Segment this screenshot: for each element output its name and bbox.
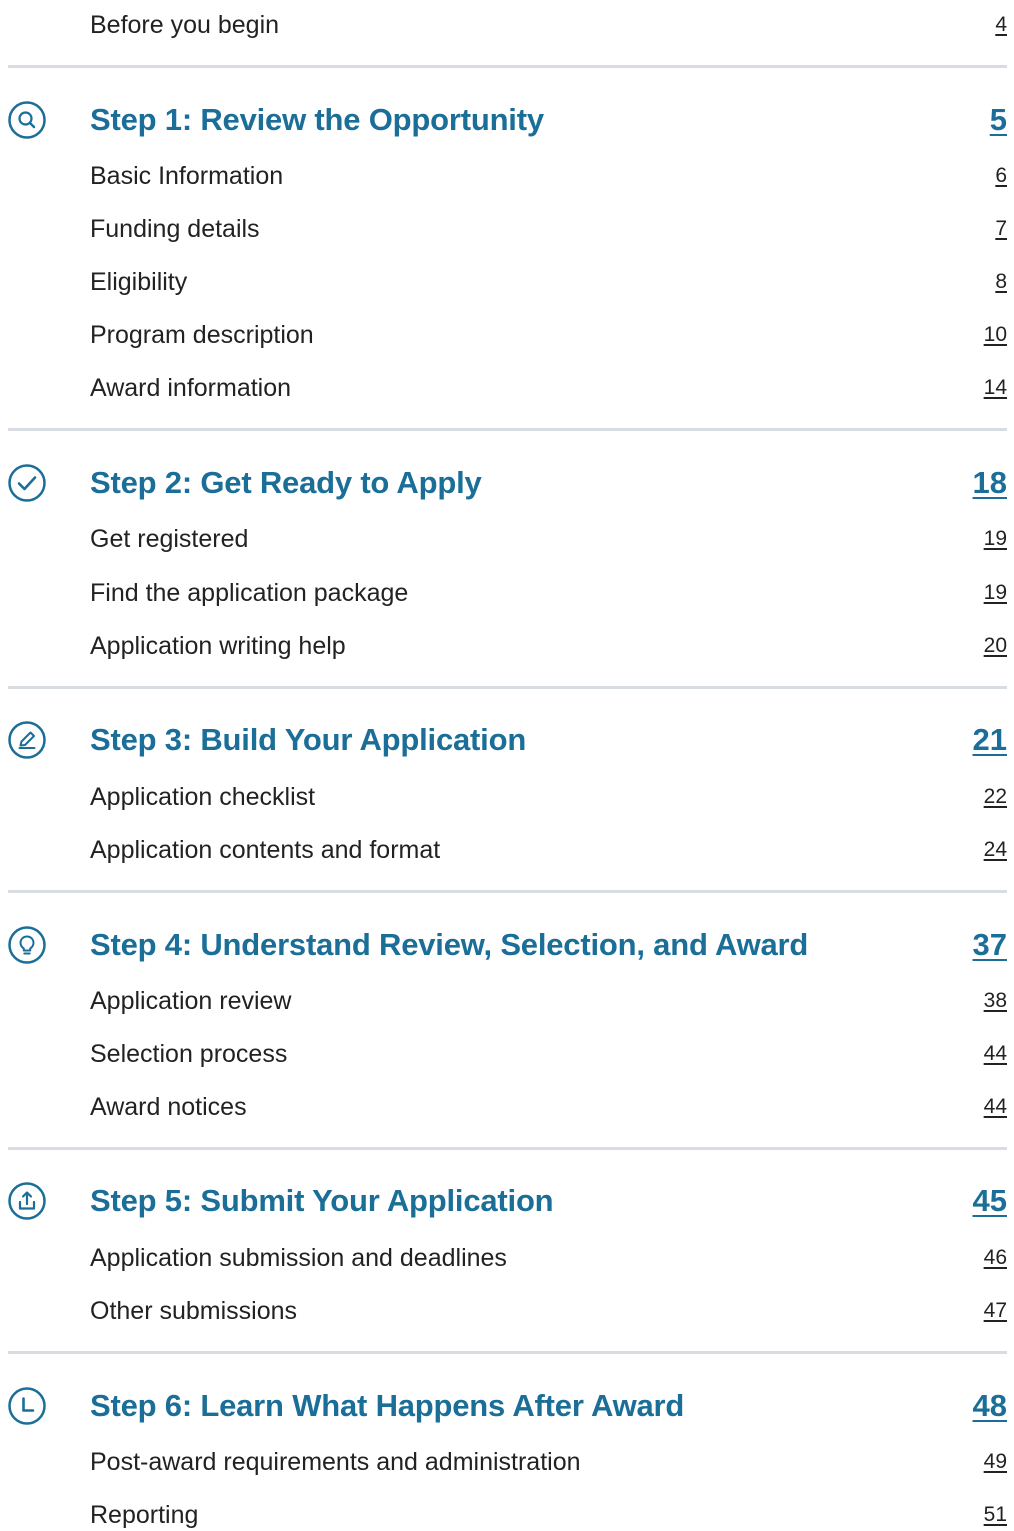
toc-entry-label: Application submission and deadlines	[90, 1244, 507, 1272]
table-of-contents: Before you begin 4 Step 1: Review the Op…	[0, 0, 1014, 1530]
toc-step-5-heading[interactable]: Step 5: Submit Your Application 45	[0, 1181, 1014, 1221]
toc-entry-before-you-begin[interactable]: Before you begin 4	[0, 9, 1014, 41]
toc-entry-application-submission[interactable]: Application submission and deadlines 46	[0, 1242, 1014, 1274]
step-page-link[interactable]: 18	[973, 463, 1007, 503]
search-icon	[8, 101, 46, 139]
step-page-link[interactable]: 48	[973, 1386, 1007, 1426]
step-title: Step 2: Get Ready to Apply	[90, 465, 482, 500]
toc-entry-selection-process[interactable]: Selection process 44	[0, 1038, 1014, 1070]
toc-entry-label: Funding details	[90, 215, 260, 243]
toc-page-link[interactable]: 38	[984, 985, 1007, 1017]
toc-entry-label: Other submissions	[90, 1297, 298, 1325]
toc-page-link[interactable]: 7	[995, 213, 1007, 245]
section-divider	[8, 686, 1007, 689]
toc-entry-label: Program description	[90, 321, 314, 349]
toc-entry-other-submissions[interactable]: Other submissions 47	[0, 1295, 1014, 1327]
toc-entry-find-application-package[interactable]: Find the application package 19	[0, 577, 1014, 609]
toc-entry-label: Get registered	[90, 525, 249, 553]
toc-step-3-heading[interactable]: Step 3: Build Your Application 21	[0, 720, 1014, 760]
toc-entry-label: Before you begin	[90, 11, 280, 39]
section-divider	[8, 890, 1007, 893]
toc-page-link[interactable]: 19	[984, 577, 1007, 609]
toc-entry-label: Application writing help	[90, 632, 346, 660]
toc-entry-application-writing-help[interactable]: Application writing help 20	[0, 630, 1014, 662]
toc-entry-basic-information[interactable]: Basic Information 6	[0, 160, 1014, 192]
toc-entry-program-description[interactable]: Program description 10	[0, 319, 1014, 351]
toc-page-link[interactable]: 44	[984, 1038, 1007, 1070]
toc-entry-label: Award notices	[90, 1093, 247, 1121]
step-page-link[interactable]: 45	[973, 1181, 1007, 1221]
toc-page-link[interactable]: 8	[995, 266, 1007, 298]
toc-page-link[interactable]: 49	[984, 1446, 1007, 1478]
checkmark-icon	[8, 464, 46, 502]
toc-entry-post-award-requirements[interactable]: Post-award requirements and administrati…	[0, 1446, 1014, 1478]
toc-page-link[interactable]: 19	[984, 523, 1007, 555]
toc-entry-label: Award information	[90, 374, 292, 402]
step-page-link[interactable]: 21	[973, 720, 1007, 760]
toc-page-link[interactable]: 44	[984, 1091, 1007, 1123]
toc-page-link[interactable]: 24	[984, 834, 1007, 866]
toc-entry-label: Application review	[90, 987, 292, 1015]
pencil-icon	[8, 721, 46, 759]
upload-icon	[8, 1182, 46, 1220]
toc-page-link[interactable]: 47	[984, 1295, 1007, 1327]
section-divider	[8, 1351, 1007, 1354]
section-divider	[8, 1147, 1007, 1150]
toc-entry-label: Reporting	[90, 1501, 199, 1529]
toc-step-4-heading[interactable]: Step 4: Understand Review, Selection, an…	[0, 925, 1014, 965]
toc-entry-application-review[interactable]: Application review 38	[0, 985, 1014, 1017]
step-title: Step 1: Review the Opportunity	[90, 102, 544, 137]
toc-entry-label: Basic Information	[90, 162, 284, 190]
toc-entry-label: Application contents and format	[90, 836, 441, 864]
toc-page-link[interactable]: 46	[984, 1242, 1007, 1274]
step-title: Step 4: Understand Review, Selection, an…	[90, 927, 809, 962]
toc-page-link[interactable]: 22	[984, 781, 1007, 813]
step-page-link[interactable]: 37	[973, 925, 1007, 965]
toc-page-link[interactable]: 10	[984, 319, 1007, 351]
toc-entry-label: Eligibility	[90, 268, 188, 296]
toc-entry-funding-details[interactable]: Funding details 7	[0, 213, 1014, 245]
toc-entry-eligibility[interactable]: Eligibility 8	[0, 266, 1014, 298]
section-divider	[8, 428, 1007, 431]
step-title: Step 5: Submit Your Application	[90, 1183, 554, 1218]
toc-entry-reporting[interactable]: Reporting 51	[0, 1499, 1014, 1531]
step-title: Step 6: Learn What Happens After Award	[90, 1388, 685, 1423]
clock-icon	[8, 1387, 46, 1425]
toc-entry-get-registered[interactable]: Get registered 19	[0, 523, 1014, 555]
toc-entry-label: Find the application package	[90, 579, 409, 607]
toc-entry-application-checklist[interactable]: Application checklist 22	[0, 781, 1014, 813]
toc-page-link[interactable]: 6	[995, 160, 1007, 192]
toc-step-2-heading[interactable]: Step 2: Get Ready to Apply 18	[0, 463, 1014, 503]
section-divider	[8, 65, 1007, 68]
toc-step-1-heading[interactable]: Step 1: Review the Opportunity 5	[0, 100, 1014, 140]
toc-entry-label: Selection process	[90, 1040, 288, 1068]
toc-entry-application-contents-format[interactable]: Application contents and format 24	[0, 834, 1014, 866]
toc-step-6-heading[interactable]: Step 6: Learn What Happens After Award 4…	[0, 1386, 1014, 1426]
toc-page-link[interactable]: 4	[995, 9, 1007, 41]
toc-entry-award-information[interactable]: Award information 14	[0, 372, 1014, 404]
toc-entry-label: Post-award requirements and administrati…	[90, 1448, 581, 1476]
lightbulb-icon	[8, 926, 46, 964]
toc-page-link[interactable]: 51	[984, 1499, 1007, 1531]
toc-entry-label: Application checklist	[90, 783, 316, 811]
step-page-link[interactable]: 5	[990, 100, 1007, 140]
toc-page-link[interactable]: 14	[984, 372, 1007, 404]
toc-page-link[interactable]: 20	[984, 630, 1007, 662]
toc-entry-award-notices[interactable]: Award notices 44	[0, 1091, 1014, 1123]
step-title: Step 3: Build Your Application	[90, 722, 527, 757]
